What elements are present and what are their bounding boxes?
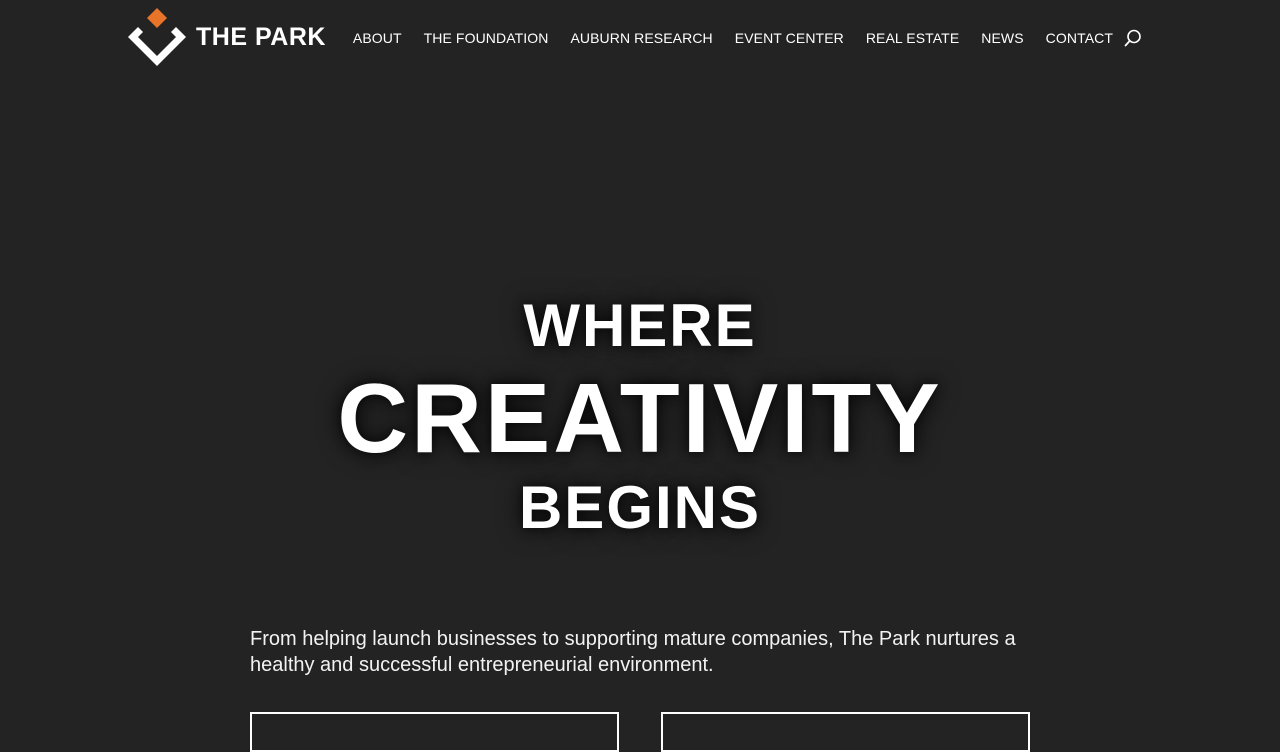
hero-line-where: WHERE xyxy=(523,292,757,359)
park-logo-icon xyxy=(128,8,186,66)
intro-paragraph: From helping launch businesses to suppor… xyxy=(250,628,1016,676)
nav-item-real-estate[interactable]: REAL ESTATE xyxy=(866,29,959,47)
search-icon[interactable] xyxy=(1124,29,1142,47)
cta-button-left[interactable] xyxy=(250,712,619,752)
cta-button-right[interactable] xyxy=(661,712,1030,752)
site-header: THE PARK ABOUT THE FOUNDATION AUBURN RES… xyxy=(0,0,1280,76)
hero-line-creativity: CREATIVITY xyxy=(337,363,943,473)
nav-item-event-center[interactable]: EVENT CENTER xyxy=(735,29,844,47)
site-logo[interactable]: THE PARK xyxy=(128,8,333,66)
main-navigation: ABOUT THE FOUNDATION AUBURN RESEARCH EVE… xyxy=(353,28,1142,48)
nav-item-about[interactable]: ABOUT xyxy=(353,29,402,47)
nav-item-the-foundation[interactable]: THE FOUNDATION xyxy=(424,29,549,47)
hero-line-begins: BEGINS xyxy=(518,474,762,541)
logo-wordmark: THE PARK xyxy=(196,23,326,51)
nav-item-auburn-research[interactable]: AUBURN RESEARCH xyxy=(570,29,712,47)
hero-section: WHERE CREATIVITY BEGINS xyxy=(0,280,1280,552)
nav-item-contact[interactable]: CONTACT xyxy=(1046,29,1113,47)
hero-headline: WHERE CREATIVITY BEGINS xyxy=(0,280,1280,552)
nav-item-news[interactable]: NEWS xyxy=(981,29,1023,47)
